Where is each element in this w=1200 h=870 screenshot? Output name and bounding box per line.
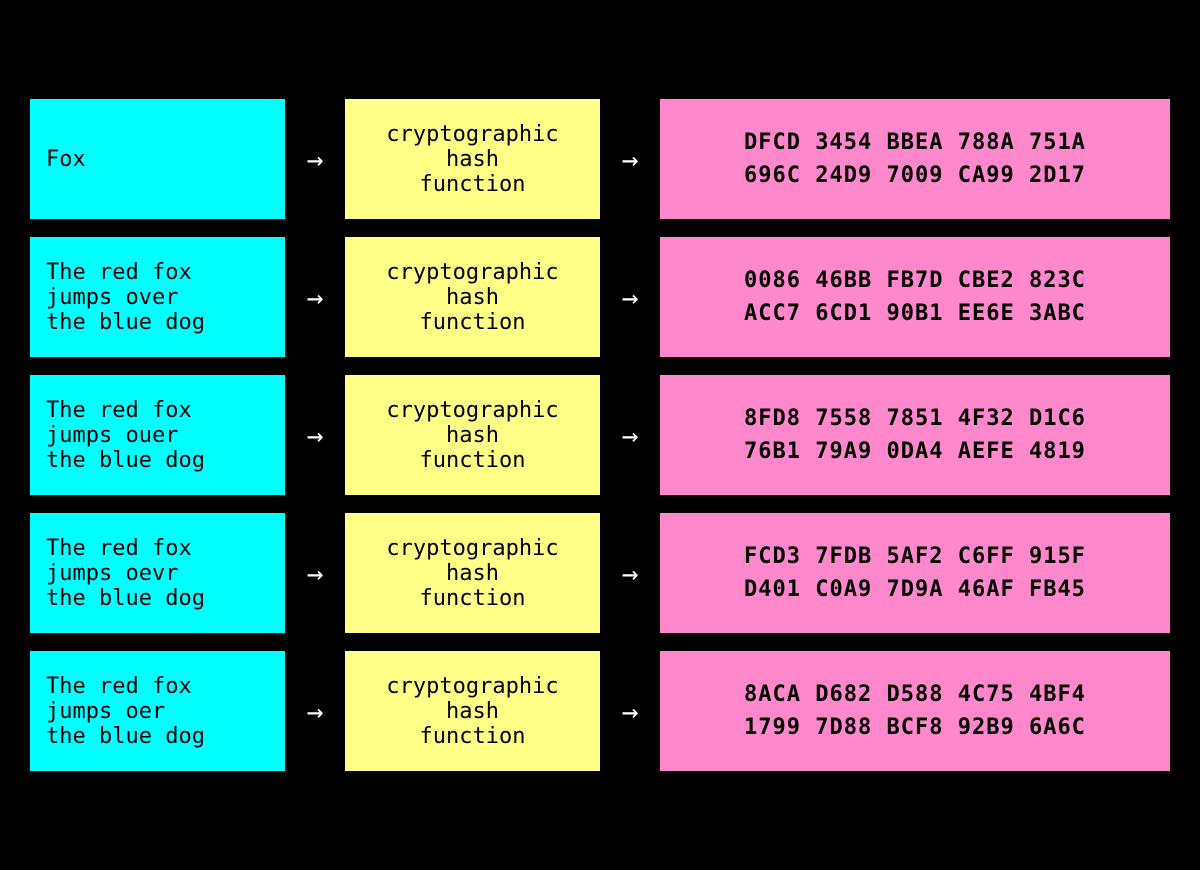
hash-box-3: cryptographic hash function: [345, 513, 600, 633]
input-box-0: Fox: [30, 99, 285, 219]
arrow2-1: →: [600, 281, 660, 314]
input-box-3: The red fox jumps oevr the blue dog: [30, 513, 285, 633]
arrow2-3: →: [600, 557, 660, 590]
input-box-2: The red fox jumps ouer the blue dog: [30, 375, 285, 495]
row-4: The red fox jumps oer the blue dog→crypt…: [30, 651, 1170, 771]
arrow1-2: →: [285, 419, 345, 452]
arrow1-3: →: [285, 557, 345, 590]
output-box-4: 8ACA D682 D588 4C75 4BF41799 7D88 BCF8 9…: [660, 651, 1170, 771]
row-2: The red fox jumps ouer the blue dog→cryp…: [30, 375, 1170, 495]
row-3: The red fox jumps oevr the blue dog→cryp…: [30, 513, 1170, 633]
output-box-2: 8FD8 7558 7851 4F32 D1C676B1 79A9 0DA4 A…: [660, 375, 1170, 495]
main-diagram: Fox→cryptographic hash function→DFCD 345…: [10, 79, 1190, 791]
output-box-3: FCD3 7FDB 5AF2 C6FF 915FD401 C0A9 7D9A 4…: [660, 513, 1170, 633]
hash-box-1: cryptographic hash function: [345, 237, 600, 357]
output-box-0: DFCD 3454 BBEA 788A 751A696C 24D9 7009 C…: [660, 99, 1170, 219]
arrow2-4: →: [600, 695, 660, 728]
hash-box-0: cryptographic hash function: [345, 99, 600, 219]
row-1: The red fox jumps over the blue dog→cryp…: [30, 237, 1170, 357]
input-box-1: The red fox jumps over the blue dog: [30, 237, 285, 357]
arrow1-4: →: [285, 695, 345, 728]
arrow2-0: →: [600, 143, 660, 176]
arrow1-1: →: [285, 281, 345, 314]
output-box-1: 0086 46BB FB7D CBE2 823CACC7 6CD1 90B1 E…: [660, 237, 1170, 357]
input-box-4: The red fox jumps oer the blue dog: [30, 651, 285, 771]
row-0: Fox→cryptographic hash function→DFCD 345…: [30, 99, 1170, 219]
arrow2-2: →: [600, 419, 660, 452]
hash-box-4: cryptographic hash function: [345, 651, 600, 771]
hash-box-2: cryptographic hash function: [345, 375, 600, 495]
arrow1-0: →: [285, 143, 345, 176]
